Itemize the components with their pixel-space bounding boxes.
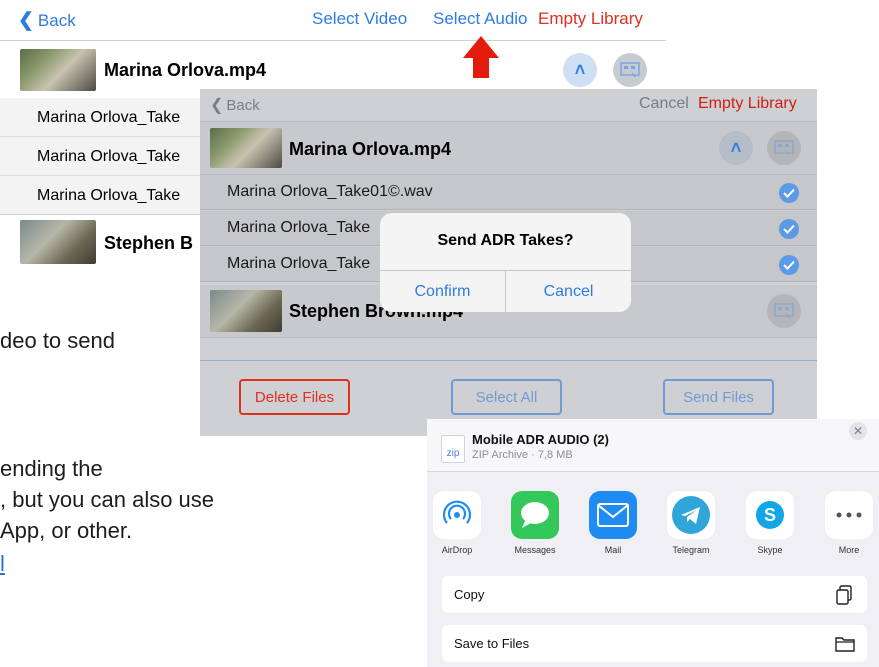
more-icon: [825, 491, 873, 539]
share-app-airdrop[interactable]: AirDrop: [427, 491, 489, 555]
take-list-item[interactable]: Marina Orlova_Take: [0, 98, 200, 137]
video-title: Stephen B: [104, 233, 194, 253]
back-label: Back: [37, 10, 76, 30]
film-select-button[interactable]: [767, 131, 801, 165]
article-text: App, or other.: [0, 518, 133, 543]
video-thumbnail: [20, 220, 96, 264]
file-meta: ZIP Archive · 7,8 MB: [472, 449, 573, 461]
confirm-button[interactable]: Confirm: [380, 271, 505, 312]
cancel-button[interactable]: Cancel: [639, 95, 689, 113]
app-label: Telegram: [672, 545, 710, 555]
divider: [200, 360, 817, 361]
take-label: Marina Orlova_Take: [227, 219, 371, 236]
send-files-button[interactable]: Send Files: [663, 379, 774, 415]
app-label: More: [838, 545, 860, 555]
zip-file-icon: zip: [441, 435, 465, 463]
select-all-button[interactable]: Select All: [451, 379, 562, 415]
take-list-item[interactable]: Marina Orlova_Take: [0, 137, 200, 176]
share-sheet: zip Mobile ADR AUDIO (2) ZIP Archive · 7…: [427, 419, 879, 667]
video-title: Marina Orlova.mp4: [104, 60, 267, 80]
video-thumbnail: [210, 290, 282, 332]
chevron-left-icon: ❮: [18, 10, 34, 31]
select-audio-button[interactable]: Select Audio: [433, 9, 528, 29]
checkmark-icon[interactable]: [779, 183, 799, 203]
delete-files-button[interactable]: Delete Files: [239, 379, 350, 415]
close-icon: ✕: [852, 424, 864, 438]
background-nav-bar: ❮ Back Select Video Select Audio Empty L…: [0, 0, 666, 41]
video-thumbnail: [20, 49, 96, 91]
messages-icon: [511, 491, 559, 539]
share-app-more[interactable]: More: [817, 491, 879, 555]
share-app-skype[interactable]: S Skype: [738, 491, 802, 555]
video-thumbnail: [210, 128, 282, 168]
share-header: zip Mobile ADR AUDIO (2) ZIP Archive · 7…: [427, 419, 879, 472]
svg-text:S: S: [764, 505, 776, 525]
take-list-item[interactable]: Marina Orlova_Take01©.wav: [200, 175, 817, 210]
chevron-up-icon: ˄: [730, 137, 742, 158]
copy-icon: [836, 585, 852, 605]
back-label: Back: [226, 96, 260, 114]
article-text: , but you can also use: [0, 487, 215, 512]
film-icon: [620, 62, 640, 77]
close-button[interactable]: ✕: [849, 422, 867, 440]
share-app-messages[interactable]: Messages: [503, 491, 567, 555]
file-name: Mobile ADR AUDIO (2): [472, 432, 609, 447]
share-app-mail[interactable]: Mail: [581, 491, 645, 555]
checkmark-icon[interactable]: [779, 255, 799, 275]
collapse-button[interactable]: ˄: [563, 53, 597, 87]
empty-library-button[interactable]: Empty Library: [538, 9, 643, 29]
collapse-button[interactable]: ˄: [719, 131, 753, 165]
video-row[interactable]: Marina Orlova.mp4 ˄: [200, 121, 817, 175]
empty-library-button[interactable]: Empty Library: [698, 95, 797, 113]
copy-label: Copy: [454, 587, 485, 602]
film-select-button[interactable]: [613, 53, 647, 87]
article-text: deo to send: [0, 328, 115, 353]
back-button[interactable]: ❮ Back: [210, 95, 260, 115]
mail-icon: [589, 491, 637, 539]
film-select-button[interactable]: [767, 294, 801, 328]
article-text: ending the: [0, 456, 103, 481]
airdrop-icon: [433, 491, 481, 539]
divider: [0, 214, 200, 215]
take-label: Marina Orlova_Take01©.wav: [227, 183, 433, 200]
share-app-telegram[interactable]: Telegram: [659, 491, 723, 555]
send-adr-alert: Send ADR Takes? Confirm Cancel: [380, 213, 631, 312]
app-label: Mail: [604, 545, 622, 555]
save-to-files-label: Save to Files: [454, 636, 530, 651]
nav-bar: ❮ Back Cancel Empty Library: [200, 89, 817, 119]
checkmark-icon[interactable]: [779, 219, 799, 239]
copy-action[interactable]: Copy: [442, 576, 867, 613]
app-label: Skype: [757, 545, 783, 555]
take-label: Marina Orlova_Take: [227, 255, 371, 272]
select-video-button[interactable]: Select Video: [312, 9, 407, 29]
save-to-files-action[interactable]: Save to Files: [442, 625, 867, 662]
chevron-left-icon: ❮: [210, 97, 224, 114]
app-label: Messages: [514, 545, 556, 555]
app-label: AirDrop: [441, 545, 473, 555]
skype-icon: S: [746, 491, 794, 539]
back-button[interactable]: ❮ Back: [18, 9, 76, 32]
alert-title: Send ADR Takes?: [437, 232, 574, 249]
film-icon: [774, 140, 794, 155]
video-title: Marina Orlova.mp4: [289, 139, 452, 159]
take-list-item[interactable]: Marina Orlova_Take: [0, 176, 200, 215]
folder-icon: [835, 637, 855, 652]
chevron-up-icon: ˄: [574, 59, 586, 80]
film-icon: [774, 303, 794, 318]
telegram-icon: [667, 491, 715, 539]
alert-cancel-button[interactable]: Cancel: [506, 271, 631, 312]
article-link[interactable]: l: [0, 551, 5, 577]
